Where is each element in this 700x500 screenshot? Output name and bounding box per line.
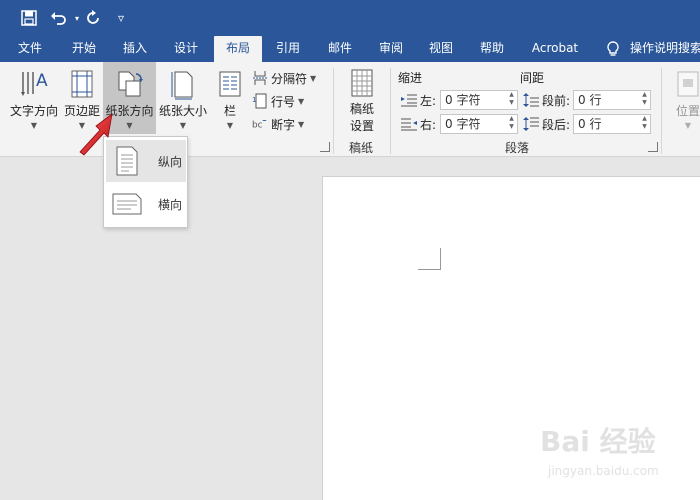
redo-icon[interactable] (82, 7, 104, 29)
margins-icon (66, 68, 98, 100)
breaks-icon (252, 70, 268, 86)
indent-right-value: 0 字符 (445, 117, 481, 131)
indent-right-label-group: 右: (400, 114, 436, 134)
portrait-label: 纵向 (158, 154, 183, 169)
chevron-down-icon: ▼ (179, 121, 187, 130)
indent-right-input[interactable]: 0 字符 ▲ ▼ (440, 114, 518, 134)
watermark-logo-text: Bai 经验 (540, 425, 656, 458)
breaks-button[interactable]: 分隔符 ▼ (252, 68, 316, 88)
indent-left-label: 左: (420, 93, 437, 108)
line-numbers-label: 行号 (271, 94, 296, 109)
chevron-down-icon: ▼ (298, 96, 305, 106)
hyphenation-button[interactable]: bc 断字 ▼ (252, 114, 304, 134)
text-direction-label: 文字方向 (9, 104, 58, 118)
spacing-after-input[interactable]: 0 行 ▲ ▼ (573, 114, 651, 134)
spacing-before-input[interactable]: 0 行 ▲ ▼ (573, 90, 651, 110)
chevron-down-icon: ▼ (126, 121, 133, 130)
svg-text:bc: bc (252, 121, 263, 131)
spacing-after-label-group: 段后: (522, 114, 570, 134)
spacing-before-value: 0 行 (578, 93, 602, 107)
position-label: 位置 (675, 104, 700, 118)
indent-left-value: 0 字符 (445, 93, 481, 107)
group-separator (390, 68, 391, 154)
page-setup-dialog-launcher[interactable] (320, 142, 330, 152)
customize-quick-access-icon[interactable]: ▿ (110, 7, 132, 29)
group-separator (333, 68, 334, 154)
tab-layout[interactable]: 布局 (214, 36, 262, 62)
line-numbers-icon: 1 (252, 93, 268, 109)
lightbulb-icon[interactable] (604, 40, 622, 58)
watermark-url: jingyan.baidu.com (548, 464, 659, 478)
portrait-option[interactable]: 纵向 (106, 140, 186, 182)
spacing-after-value: 0 行 (578, 117, 602, 131)
landscape-option[interactable]: 横向 (106, 183, 186, 225)
text-direction-icon: A (18, 68, 50, 100)
chevron-down-icon: ▼ (298, 119, 305, 129)
indent-left-label-group: 左: (400, 90, 436, 110)
spin-arrows-icon[interactable]: ▲ ▼ (507, 115, 516, 133)
position-icon (672, 68, 700, 100)
tab-file[interactable]: 文件 (8, 36, 52, 62)
tab-design[interactable]: 设计 (164, 36, 208, 62)
size-label: 纸张大小 (158, 104, 207, 118)
tab-insert[interactable]: 插入 (113, 36, 157, 62)
spin-arrows-icon[interactable]: ▲ ▼ (640, 91, 649, 109)
manuscript-group-label: 稿纸 (349, 141, 374, 155)
chevron-down-icon: ▼ (30, 121, 38, 130)
paragraph-group-label: 段落 (505, 141, 530, 155)
tell-me-search[interactable]: 操作说明搜索 (630, 36, 700, 62)
tab-home[interactable]: 开始 (62, 36, 106, 62)
group-separator (661, 68, 662, 154)
tab-acrobat[interactable]: Acrobat (524, 36, 586, 62)
columns-label: 栏 (223, 104, 236, 118)
red-arrow-icon (79, 113, 113, 156)
spacing-before-label-group: 段前: (522, 90, 570, 110)
manuscript-settings-label-2: 设置 (349, 119, 374, 133)
manuscript-grid-icon (346, 68, 378, 98)
landscape-label: 横向 (158, 197, 183, 212)
tab-mailings[interactable]: 邮件 (318, 36, 362, 62)
tab-references[interactable]: 引用 (266, 36, 310, 62)
indent-right-icon (400, 116, 418, 132)
columns-icon (214, 68, 246, 100)
tab-view[interactable]: 视图 (419, 36, 463, 62)
svg-text:A: A (36, 71, 48, 91)
manuscript-settings-label-1: 稿纸 (349, 102, 374, 116)
paper-size-icon (167, 68, 199, 100)
tab-review[interactable]: 审阅 (369, 36, 413, 62)
chevron-down-icon: ▼ (684, 121, 692, 130)
manuscript-settings-button[interactable]: 稿纸 设置 (340, 62, 384, 134)
indent-right-label: 右: (420, 117, 437, 132)
spacing-header: 间距 (520, 71, 545, 85)
text-direction-button[interactable]: A 文字方向 ▼ (6, 62, 62, 134)
hyphenation-icon: bc (252, 116, 268, 132)
spin-arrows-icon[interactable]: ▲ ▼ (507, 91, 516, 109)
orientation-icon (114, 68, 146, 100)
breaks-label: 分隔符 (271, 71, 308, 86)
spin-arrows-icon[interactable]: ▲ ▼ (640, 115, 649, 133)
tab-help[interactable]: 帮助 (470, 36, 514, 62)
baidu-watermark: Bai 经验 jingyan.baidu.com (540, 420, 690, 490)
spacing-after-icon (522, 116, 540, 132)
save-icon[interactable] (18, 7, 40, 29)
indent-header: 缩进 (398, 71, 423, 85)
paragraph-dialog-launcher[interactable] (648, 142, 658, 152)
columns-button[interactable]: 栏 ▼ (212, 62, 248, 134)
size-button[interactable]: 纸张大小 ▼ (157, 62, 209, 134)
page-margin-corner-mark (418, 248, 441, 270)
chevron-down-icon: ▼ (310, 73, 317, 83)
spacing-before-icon (522, 92, 540, 108)
landscape-page-icon (106, 183, 148, 225)
spacing-before-label: 段前: (542, 93, 571, 108)
svg-text:1: 1 (252, 96, 256, 104)
title-bar: ▾ ▿ (0, 0, 700, 36)
indent-left-icon (400, 92, 418, 108)
ribbon-tab-bar: 文件 开始 插入 设计 布局 引用 邮件 审阅 视图 帮助 Acrobat 操作… (0, 36, 700, 62)
position-button[interactable]: 位置 ▼ (670, 62, 700, 134)
hyphenation-label: 断字 (271, 117, 296, 132)
line-numbers-button[interactable]: 1 行号 ▼ (252, 91, 304, 111)
spacing-after-label: 段后: (542, 117, 571, 132)
indent-left-input[interactable]: 0 字符 ▲ ▼ (440, 90, 518, 110)
chevron-down-icon: ▼ (226, 121, 234, 130)
